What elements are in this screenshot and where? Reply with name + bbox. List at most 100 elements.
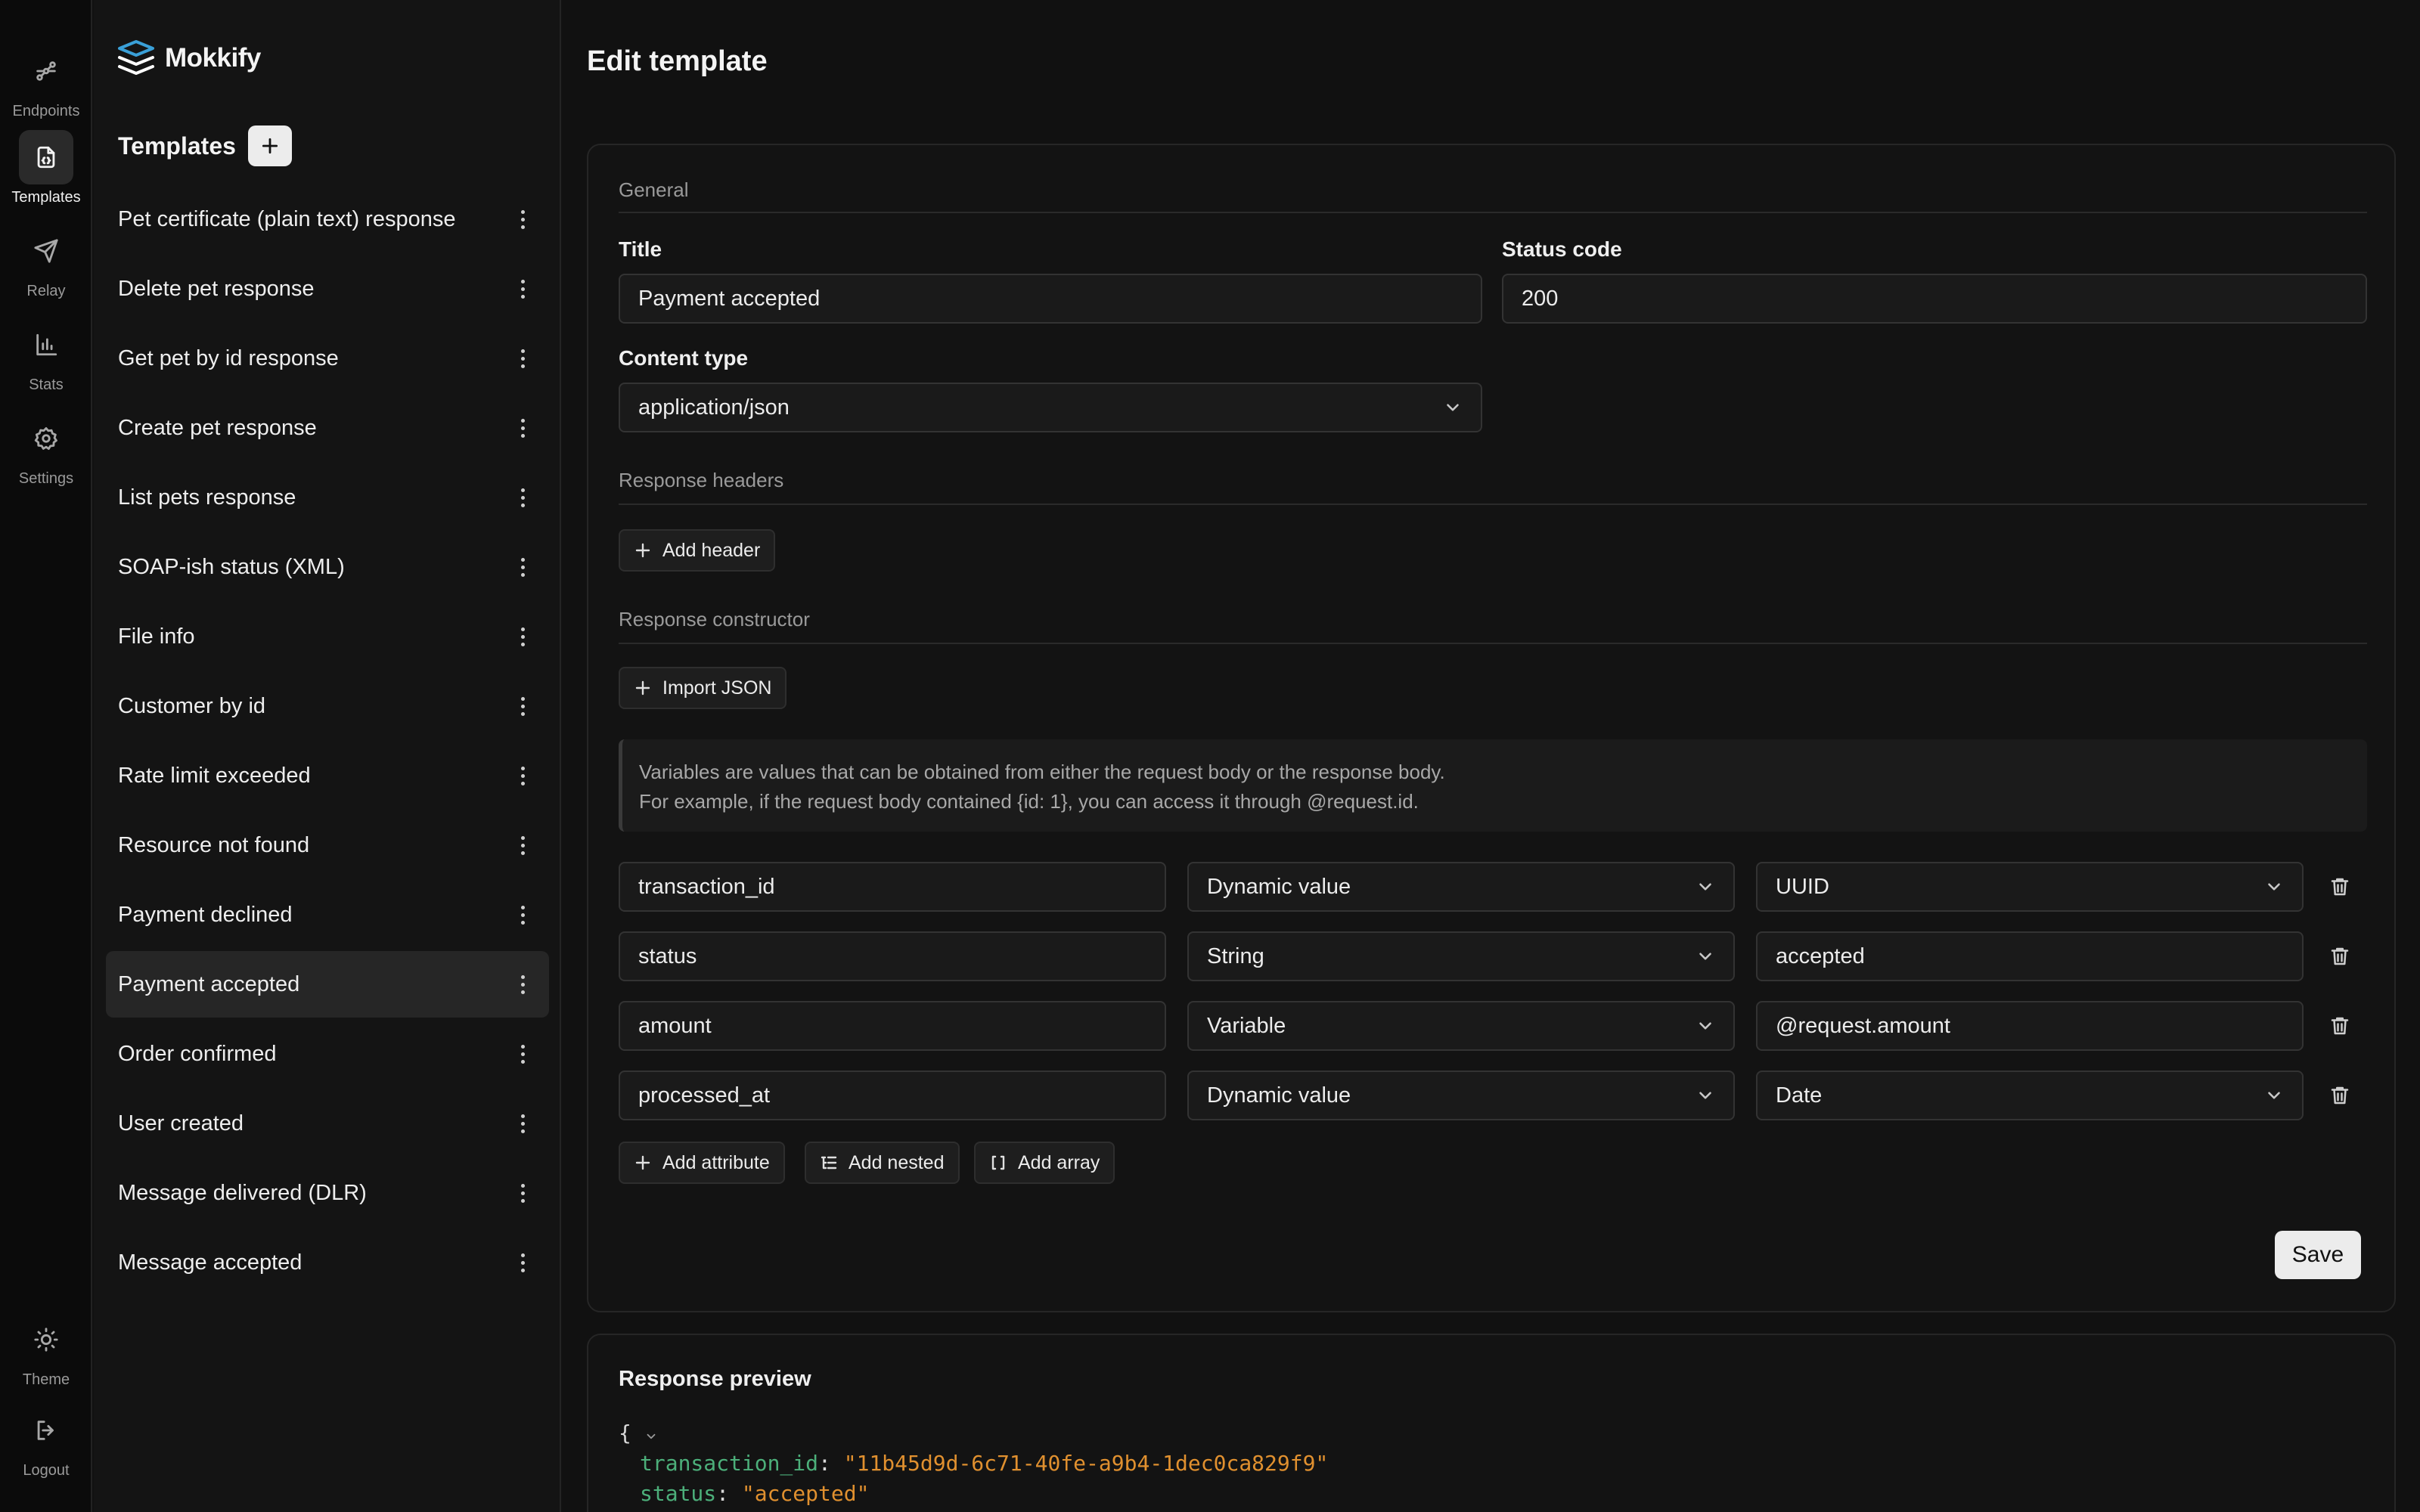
trash-icon[interactable] [2325,941,2355,971]
add-header-button[interactable]: Add header [619,529,776,572]
template-list-item[interactable]: Payment accepted [106,951,549,1018]
attribute-value-input[interactable]: accepted [1756,931,2304,981]
more-vertical-icon[interactable] [511,204,534,234]
template-list-item[interactable]: Pet certificate (plain text) response [106,186,549,253]
more-vertical-icon[interactable] [511,343,534,373]
template-list-item[interactable]: List pets response [106,464,549,531]
templates-header: Templates [118,125,292,166]
section-divider [619,643,2367,644]
trash-icon[interactable] [2325,1011,2355,1041]
attribute-name-input[interactable]: amount [619,1001,1166,1051]
rail-label-theme: Theme [22,1371,70,1388]
more-vertical-icon[interactable] [511,413,534,443]
rail-label-settings: Settings [18,470,74,487]
template-list-item[interactable]: Create pet response [106,395,549,461]
json-open-line: { [619,1418,1328,1448]
collapse-chevron-icon[interactable] [644,1430,658,1443]
attribute-value: Date [1776,1083,1823,1108]
json-line: status: "accepted" [640,1481,870,1506]
plus-icon [635,543,650,558]
attribute-name-input[interactable]: transaction_id [619,862,1166,912]
add-attribute-button[interactable]: Add attribute [619,1142,785,1184]
more-vertical-icon[interactable] [511,1039,534,1069]
save-button[interactable]: Save [2275,1231,2361,1279]
template-list-item[interactable]: File info [106,603,549,670]
rail-item-templates[interactable]: Templates [0,130,92,213]
rail-item-logout[interactable]: Logout [0,1403,92,1486]
template-item-label: Message delivered (DLR) [118,1180,367,1205]
attribute-type-select[interactable]: Dynamic value [1187,862,1735,912]
more-vertical-icon[interactable] [511,691,534,721]
template-item-label: User created [118,1111,244,1136]
more-vertical-icon[interactable] [511,1247,534,1278]
brackets-icon [991,1155,1005,1170]
content-type-select[interactable]: application/json [619,383,1482,432]
rail-label-templates: Templates [11,189,81,206]
chevron-down-icon [1699,1092,1711,1099]
template-item-label: SOAP-ish status (XML) [118,554,345,579]
rail-item-endpoints[interactable]: Endpoints [0,44,92,127]
trash-icon[interactable] [2325,872,2355,902]
template-list-item[interactable]: Message delivered (DLR) [106,1160,549,1226]
import-json-button[interactable]: Import JSON [619,667,787,709]
attribute-type-select[interactable]: Variable [1187,1001,1735,1051]
templates-list: Pet certificate (plain text) response Del… [106,186,549,1299]
endpoints-icon [19,44,73,98]
more-vertical-icon[interactable] [511,482,534,513]
rail-item-relay[interactable]: Relay [0,224,92,307]
info-line: Variables are values that can be obtaine… [639,761,1445,783]
attribute-value-select[interactable]: UUID [1756,862,2304,912]
attribute-name-input[interactable]: processed_at [619,1070,1166,1120]
content-type-label: Content type [619,346,749,370]
more-vertical-icon[interactable] [511,830,534,860]
more-vertical-icon[interactable] [511,621,534,652]
status-code-input[interactable]: 200 [1502,274,2367,324]
template-list-item[interactable]: Order confirmed [106,1021,549,1087]
add-array-button[interactable]: Add array [974,1142,1115,1184]
attribute-type-select[interactable]: Dynamic value [1187,1070,1735,1120]
json-preview: { transaction_id: "11b45d9d-6c71-40fe-a9… [619,1418,1328,1509]
more-vertical-icon[interactable] [511,761,534,791]
attribute-type-select[interactable]: String [1187,931,1735,981]
template-list-item[interactable]: Rate limit exceeded [106,742,549,809]
template-list-item[interactable]: User created [106,1090,549,1157]
title-input[interactable]: Payment accepted [619,274,1482,324]
more-vertical-icon[interactable] [511,900,534,930]
section-divider [619,503,2367,505]
add-template-button[interactable] [247,125,292,166]
more-vertical-icon[interactable] [511,1108,534,1139]
more-vertical-icon[interactable] [511,274,534,304]
template-list-item[interactable]: Delete pet response [106,256,549,322]
template-item-label: Payment declined [118,902,293,927]
template-item-label: Payment accepted [118,971,300,996]
attribute-value-input[interactable]: @request.amount [1756,1001,2304,1051]
plus-icon [635,680,650,696]
rail-item-stats[interactable]: Stats [0,318,92,401]
add-header-label: Add header [662,539,761,561]
add-nested-button[interactable]: Add nested [805,1142,960,1184]
template-list-item[interactable]: SOAP-ish status (XML) [106,534,549,600]
template-list-item[interactable]: Resource not found [106,812,549,878]
send-icon [19,224,73,278]
mokkify-logo-icon [118,40,154,75]
attribute-name-input[interactable]: status [619,931,1166,981]
trash-icon[interactable] [2325,1080,2355,1111]
more-vertical-icon[interactable] [511,552,534,582]
template-list-item[interactable]: Message accepted [106,1229,549,1296]
plus-icon [635,1155,650,1170]
template-item-label: Pet certificate (plain text) response [118,206,456,231]
content-type-value: application/json [638,395,790,420]
template-item-label: File info [118,624,195,649]
template-list-item[interactable]: Customer by id [106,673,549,739]
more-vertical-icon[interactable] [511,969,534,999]
more-vertical-icon[interactable] [511,1178,534,1208]
section-general-label: General [619,178,689,201]
template-list-item[interactable]: Get pet by id response [106,325,549,392]
rail-item-settings[interactable]: Settings [0,411,92,494]
json-key: transaction_id [640,1451,819,1476]
variables-info-box: Variables are values that can be obtaine… [619,739,2367,832]
attribute-value-select[interactable]: Date [1756,1070,2304,1120]
rail-label-relay: Relay [26,283,66,299]
rail-item-theme[interactable]: Theme [0,1312,92,1396]
template-list-item[interactable]: Payment declined [106,881,549,948]
